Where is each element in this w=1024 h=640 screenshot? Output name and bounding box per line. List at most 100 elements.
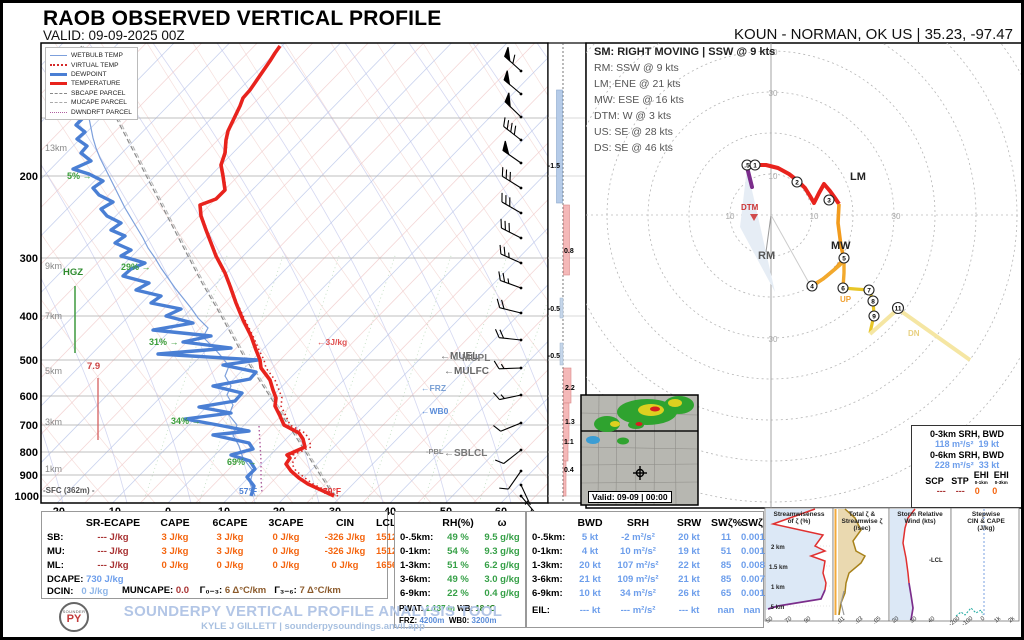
- table-row: 1-3km:51 %6.2 g/kg: [395, 560, 525, 571]
- wb0-label: ←WB0: [421, 406, 449, 416]
- table-row: 3-6km:49 %3.0 g/kg: [395, 574, 525, 585]
- rh-arrow-200: 5% →: [67, 171, 92, 181]
- svg-text:5km: 5km: [45, 366, 62, 376]
- rm-label: RM: [758, 250, 775, 262]
- muncape-lapse-row: MUNCAPE: 0.0 Γ₀₋₃: 6 Δ°C/km Γ₃₋₆: 7 Δ°C/…: [122, 585, 341, 596]
- dcape-row: DCAPE: 730 J/kg: [47, 574, 124, 585]
- dtm-label: DTM: [741, 203, 759, 212]
- svg-text:3km: 3km: [45, 417, 62, 427]
- table-row: 0-1km:54 %9.3 g/kg: [395, 546, 525, 557]
- svg-text:2.2: 2.2: [565, 385, 575, 392]
- svg-text:4: 4: [810, 284, 814, 291]
- dcin-row: DCIN: 0 J/kg: [47, 586, 108, 597]
- svg-text:900: 900: [20, 470, 38, 482]
- svg-text:9km: 9km: [45, 261, 62, 271]
- svg-text:1000: 1000: [15, 491, 39, 503]
- sblcl-label: ←SBLCL: [444, 448, 487, 459]
- cape-tag: ←3J/kg: [317, 337, 347, 347]
- table-row: 1-3km:20 kt107 m²/s²22 kt850.008: [527, 560, 763, 571]
- svg-text:0.8: 0.8: [564, 248, 574, 255]
- virtual-temp-line-sample: [50, 64, 67, 66]
- thermo-table: SR-ECAPECAPE6CAPE3CAPECINLCL SB:--- J/kg…: [41, 511, 388, 599]
- dwndrft-line-sample: [50, 112, 67, 113]
- svg-text:700: 700: [20, 420, 38, 432]
- svg-text:10: 10: [810, 212, 819, 221]
- svg-text:400: 400: [20, 311, 38, 323]
- table-row: MU:--- J/kg3 J/kg3 J/kg0 J/kg-326 J/kg15…: [42, 546, 387, 557]
- table-row: 3-6km:21 kt109 m²/s²21 kt850.007: [527, 574, 763, 585]
- svg-text:2 km: 2 km: [771, 545, 785, 551]
- svg-text:of ζ (%): of ζ (%): [788, 518, 811, 525]
- svg-text:1.1: 1.1: [564, 439, 574, 446]
- table-row: 6-9km:10 kt34 m²/s²26 kt650.001: [527, 588, 763, 599]
- footer-title: SOUNDERPY VERTICAL PROFILE ANALYSIS TOOL: [103, 603, 523, 620]
- svg-text:0.4: 0.4: [564, 467, 574, 474]
- svg-text:.5: .5: [744, 163, 750, 170]
- valid-time: VALID: 09-09-2025 00Z: [43, 28, 185, 43]
- svg-text:Wind (kts): Wind (kts): [904, 518, 935, 525]
- svg-text:10: 10: [726, 212, 735, 221]
- table-row: 6-9km:22 %0.4 g/kg: [395, 588, 525, 599]
- mulfc-label: ←MULFC: [444, 366, 489, 377]
- svg-text:Total ζ &: Total ζ &: [849, 511, 876, 518]
- dn-label: DN: [908, 329, 920, 338]
- svg-text:200: 200: [20, 171, 38, 183]
- rh-arrow-850: 69% →: [227, 457, 257, 467]
- svg-text:30: 30: [892, 212, 901, 221]
- sbcape-line-sample: [50, 93, 67, 94]
- svg-text:.5 km: .5 km: [769, 605, 784, 611]
- table-row: EIL:--- kt--- m²/s²--- ktnannan: [527, 605, 763, 616]
- lapse-label: 7.9: [87, 361, 100, 372]
- sfc-temp-f: 79°F: [323, 486, 341, 496]
- up-label: UP: [840, 295, 852, 304]
- rh-arrow-450: 31% →: [149, 337, 179, 347]
- srh-bwd-info-box: 0-3km SRH, BWD 118 m²/s² 19 kt 0-6km SRH…: [911, 425, 1023, 508]
- sounderpy-figure: 200300 400500 600700 800900 1000 -20-10 …: [0, 0, 1024, 640]
- table-row: 0-.5km:49 %9.5 g/kg: [395, 532, 525, 543]
- hodograph-info-block: SM: RIGHT MOVING | SSW @ 9 kts RM: SSW @…: [594, 44, 775, 156]
- temperature-line-sample: [50, 82, 67, 85]
- svg-text:13km: 13km: [45, 143, 67, 153]
- svg-text:8: 8: [871, 299, 875, 306]
- svg-text:7: 7: [867, 288, 871, 295]
- svg-text:300: 300: [20, 253, 38, 265]
- svg-text:1.3: 1.3: [565, 419, 575, 426]
- svg-text:Streamwiseness: Streamwiseness: [774, 511, 825, 518]
- table-row: ML:--- J/kg0 J/kg0 J/kg0 J/kg0 J/kg1656 …: [42, 560, 387, 571]
- skewt-legend: WETBULB TEMP VIRTUAL TEMP DEWPOINT TEMPE…: [45, 47, 138, 120]
- rh-arrow-650: 34% →: [171, 416, 201, 426]
- map-valid-caption: Valid: 09-09 | 00:00: [588, 491, 672, 503]
- omega-bar-up: [557, 90, 563, 203]
- svg-text:1.5 km: 1.5 km: [769, 565, 788, 571]
- svg-text:Storm Relative: Storm Relative: [897, 511, 943, 518]
- table-row: SB:--- J/kg3 J/kg3 J/kg0 J/kg-326 J/kg15…: [42, 532, 387, 543]
- surface-label: -SFC (362m) -: [43, 486, 95, 495]
- svg-text:30: 30: [769, 335, 778, 344]
- table-row: 0-1km:4 kt10 m²/s²19 kt510.001: [527, 546, 763, 557]
- svg-text:Streamwise ζ: Streamwise ζ: [842, 518, 883, 525]
- svg-text:(J/kg): (J/kg): [977, 525, 994, 532]
- svg-text:11: 11: [895, 306, 902, 313]
- wetbulb-line-sample: [50, 55, 67, 56]
- footer-credit: KYLE J GILLETT | sounderpysoundings.anvi…: [103, 621, 523, 632]
- svg-text:6: 6: [841, 286, 845, 293]
- svg-text:9: 9: [872, 314, 876, 321]
- station-title: KOUN - NORMAN, OK US | 35.23, -97.47: [734, 26, 1013, 43]
- mini-panels: 2 km1.5 km 1 km.5 km 50 70 90 Streamwise…: [765, 508, 1019, 628]
- hgz-label: HGZ: [63, 267, 83, 278]
- svg-text:3: 3: [827, 198, 831, 205]
- svg-text:2: 2: [795, 180, 799, 187]
- svg-text:1 km: 1 km: [771, 585, 785, 591]
- svg-text:-1.5: -1.5: [548, 163, 560, 170]
- svg-text:1: 1: [753, 163, 757, 170]
- svg-text:800: 800: [20, 447, 38, 459]
- kinematics-table: BWDSRHSRWSWζ%SWζ 0-.5km:5 kt-2 m²/s²20 k…: [526, 511, 764, 628]
- svg-text:CIN & CAPE: CIN & CAPE: [967, 518, 1005, 525]
- lm-label: LM: [850, 171, 866, 183]
- mw-label: MW: [831, 240, 851, 252]
- svg-text:1km: 1km: [45, 464, 62, 474]
- svg-text:-0.5: -0.5: [548, 306, 560, 313]
- svg-text:10: 10: [769, 172, 778, 181]
- svg-text:7km: 7km: [45, 311, 62, 321]
- svg-text:5: 5: [842, 256, 846, 263]
